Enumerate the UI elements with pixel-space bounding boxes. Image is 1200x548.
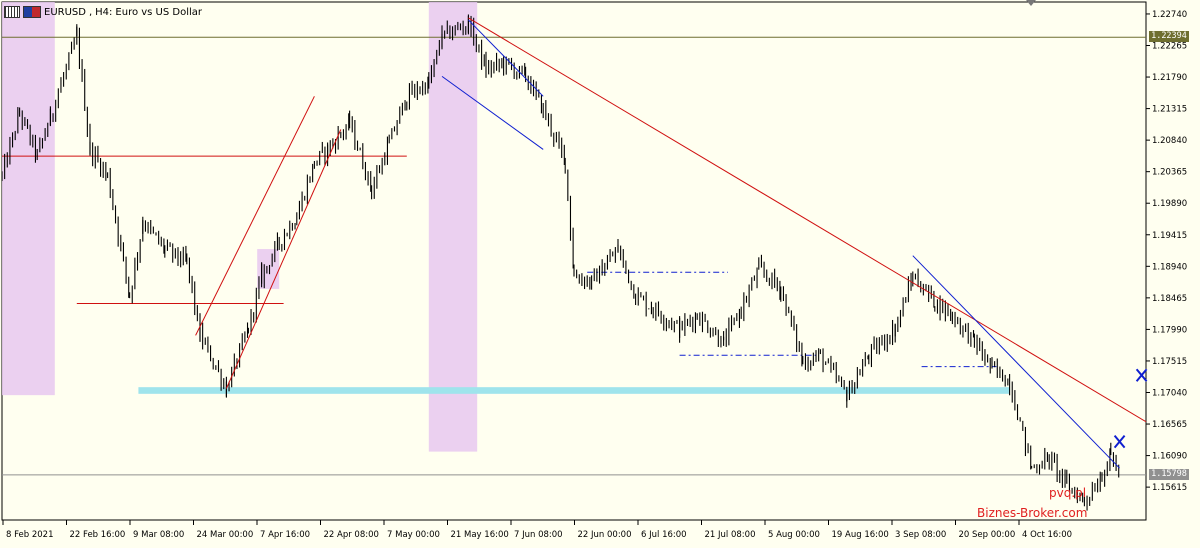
time-tick-label: 6 Jul 16:00 bbox=[641, 530, 687, 540]
time-tick-label: 24 Mar 00:00 bbox=[197, 530, 254, 540]
time-tick-label: 4 Oct 16:00 bbox=[1022, 530, 1072, 540]
watermark-broker: Biznes-Broker.com bbox=[977, 506, 1088, 520]
time-tick-label: 22 Apr 08:00 bbox=[324, 530, 379, 540]
cross-marker-icon bbox=[1135, 368, 1148, 382]
time-tick-label: 7 Jun 08:00 bbox=[514, 530, 563, 540]
highlight-zone-0 bbox=[2, 2, 55, 396]
price-chart[interactable]: 1.22740 1.22265 1.21790 1.21315 1.20840 1.203… bbox=[0, 0, 1200, 548]
price-tick-label: 1.17040 bbox=[1152, 388, 1187, 398]
price-tick-label: 1.22265 bbox=[1152, 41, 1187, 51]
trend-line-3 bbox=[468, 19, 544, 97]
time-tick-label: 22 Jun 00:00 bbox=[578, 530, 632, 540]
time-tick-label: 7 May 00:00 bbox=[387, 530, 440, 540]
price-tick-label: 1.18465 bbox=[1152, 294, 1187, 304]
symbol-description: Euro vs US Dollar bbox=[115, 6, 203, 18]
highlight-zone-1 bbox=[428, 2, 478, 452]
price-tick-label: 1.21315 bbox=[1152, 105, 1187, 115]
support-zone bbox=[138, 387, 1010, 394]
timeframe-label: H4: bbox=[95, 6, 113, 18]
price-tick-label: 1.22740 bbox=[1152, 10, 1187, 20]
time-tick-label: 7 Apr 16:00 bbox=[260, 530, 310, 540]
time-tick-label: 20 Sep 00:00 bbox=[959, 530, 1016, 540]
price-tick-label: 1.17990 bbox=[1152, 325, 1187, 335]
dropdown-marker-icon[interactable] bbox=[1026, 0, 1036, 6]
time-tick-label: 21 May 16:00 bbox=[451, 530, 509, 540]
symbol-label: EURUSD bbox=[44, 6, 86, 18]
time-tick-label: 3 Sep 08:00 bbox=[895, 530, 946, 540]
price-tick-label: 1.17515 bbox=[1152, 357, 1187, 367]
time-tick-label: 5 Aug 00:00 bbox=[768, 530, 820, 540]
price-tick-label: 1.19890 bbox=[1152, 199, 1187, 209]
us-eu-flag-icon bbox=[23, 6, 41, 18]
price-tick-label: 1.20365 bbox=[1152, 168, 1187, 178]
time-tick-label: 22 Feb 16:00 bbox=[70, 530, 126, 540]
chart-symbol-icon bbox=[4, 6, 20, 18]
time-tick-label: 19 Aug 16:00 bbox=[832, 530, 889, 540]
time-tick-label: 9 Mar 08:00 bbox=[133, 530, 184, 540]
price-tick-label: 1.15615 bbox=[1152, 483, 1187, 493]
current-price-tag: 1.15798 bbox=[1149, 468, 1189, 480]
trend-line-5 bbox=[912, 255, 1120, 469]
chart-root[interactable]: 1.22740 1.22265 1.21790 1.21315 1.20840 1.203… bbox=[0, 0, 1200, 548]
reference-price-tag: 1.22394 bbox=[1149, 30, 1189, 42]
price-tick-label: 1.18940 bbox=[1152, 262, 1187, 272]
price-tick-label: 1.19415 bbox=[1152, 231, 1187, 241]
trend-line-2 bbox=[225, 129, 342, 389]
highlight-zone-2 bbox=[257, 249, 280, 289]
price-tick-label: 1.21790 bbox=[1152, 73, 1187, 83]
price-tick-label: 1.16090 bbox=[1152, 452, 1187, 462]
price-tick-label: 1.16565 bbox=[1152, 420, 1187, 430]
plot-frame bbox=[1, 1, 1147, 521]
time-tick-label: 21 Jul 08:00 bbox=[705, 530, 756, 540]
price-tick-label: 1.20840 bbox=[1152, 136, 1187, 146]
watermark-site: pvq.pl bbox=[1049, 486, 1087, 500]
cross-marker-icon bbox=[1113, 434, 1126, 449]
time-tick-label: 8 Feb 2021 bbox=[6, 530, 54, 540]
chart-title-bar: EURUSD, H4: Euro vs US Dollar bbox=[4, 4, 202, 20]
